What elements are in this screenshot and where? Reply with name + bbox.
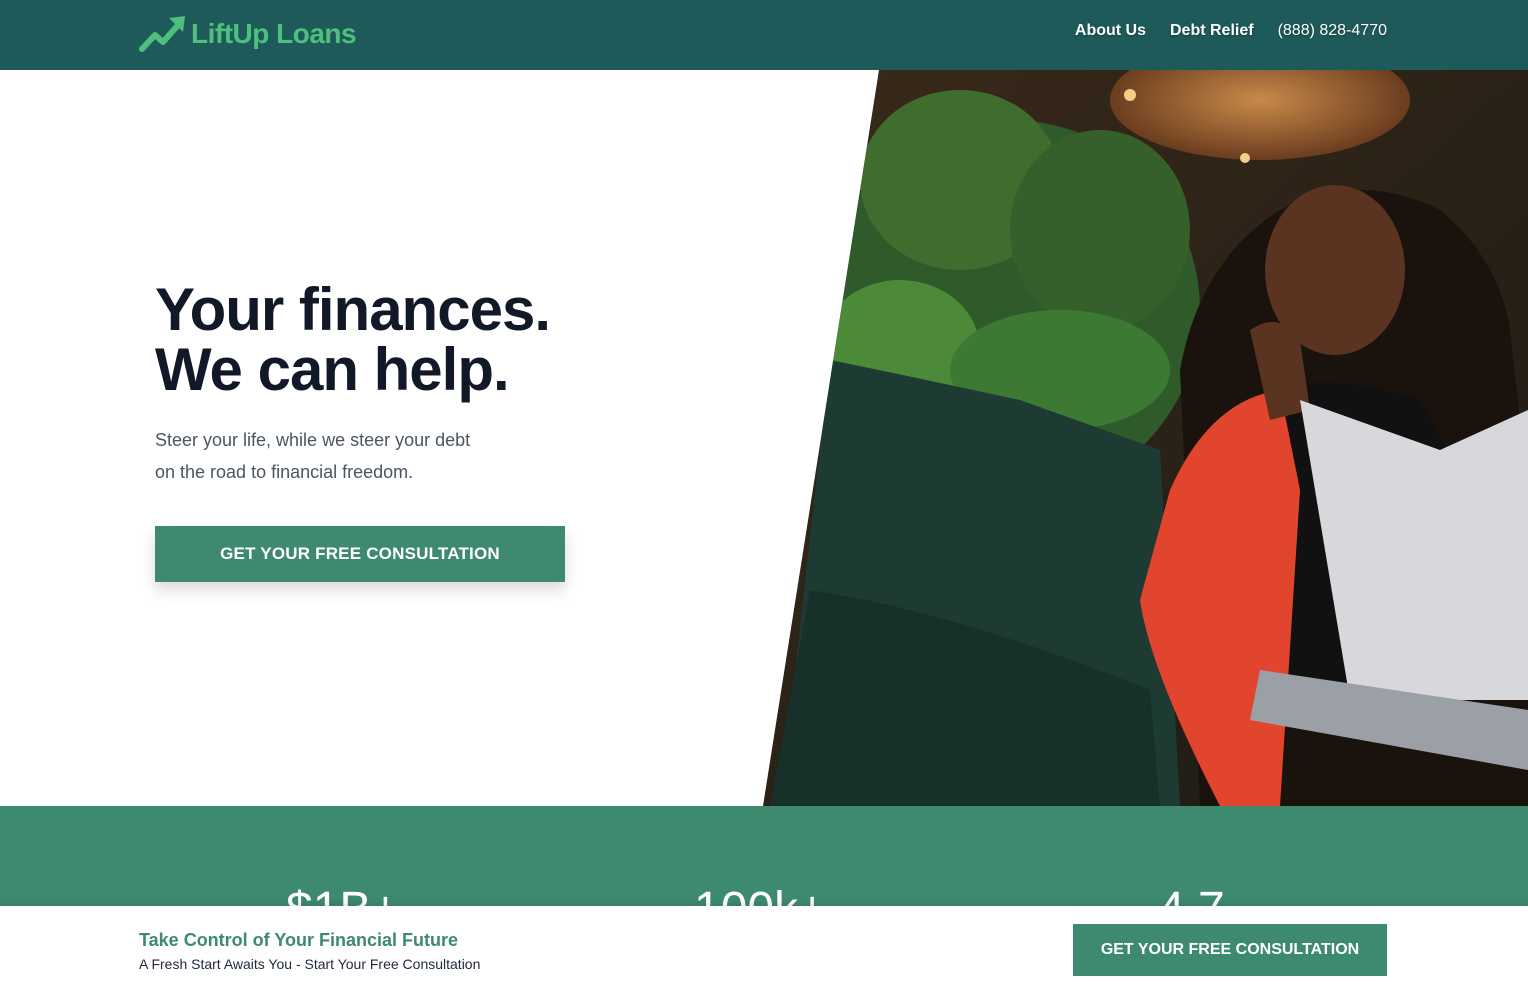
hero-title: Your finances. We can help. [155, 276, 551, 403]
site-header: LiftUp Loans About Us Debt Relief (888) … [0, 0, 1528, 70]
sticky-bar-title: Take Control of Your Financial Future [139, 930, 459, 950]
phone-link[interactable]: (888) 828-4770 [1278, 22, 1387, 40]
nav-link-debt-relief[interactable]: Debt Relief [1170, 22, 1254, 40]
hero-section: Your finances. We can help. Steer your l… [0, 70, 1528, 806]
logo[interactable]: LiftUp Loans [139, 14, 357, 54]
hero-consultation-button[interactable]: GET YOUR FREE CONSULTATION [155, 526, 565, 582]
sticky-consultation-button[interactable]: GET YOUR FREE CONSULTATION [1073, 924, 1387, 976]
sticky-cta-bar: Take Control of Your Financial Future A … [0, 906, 1528, 989]
hero-subtitle: Steer your life, while we steer your deb… [155, 430, 471, 482]
main-nav: About Us Debt Relief (888) 828-4770 [1051, 22, 1387, 40]
trend-up-arrow-icon [139, 16, 185, 52]
hero-title-line-1: Your finances. [155, 276, 551, 343]
sticky-bar-subtitle: A Fresh Start Awaits You - Start Your Fr… [139, 956, 481, 972]
hero-title-line-2: We can help. [155, 336, 510, 403]
nav-link-about-us[interactable]: About Us [1075, 22, 1146, 40]
brand-name: LiftUp Loans [191, 18, 357, 49]
